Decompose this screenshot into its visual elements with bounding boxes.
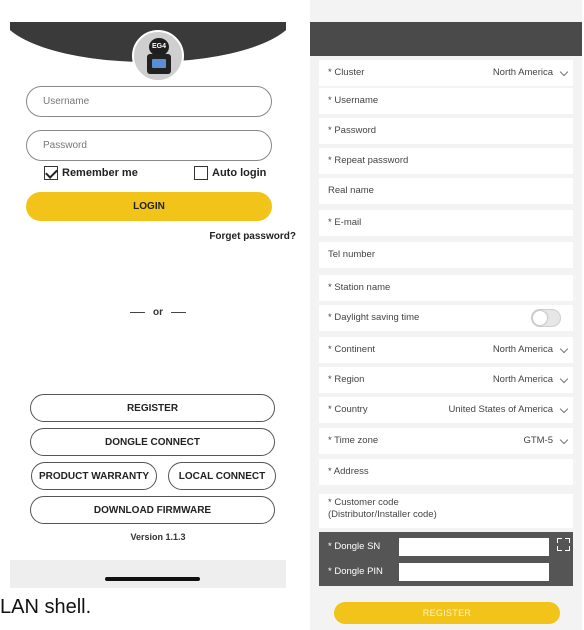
daylight-saving-toggle[interactable] (531, 309, 561, 327)
station-name-field[interactable]: * Station name (319, 275, 573, 301)
dongle-section: * Dongle SN * Dongle PIN (319, 532, 573, 586)
chevron-down-icon (559, 67, 569, 77)
chevron-down-icon (559, 374, 569, 384)
or-divider: or (128, 307, 188, 319)
tel-number-field[interactable]: Tel number (319, 242, 573, 268)
dongle-pin-label: * Dongle PIN (328, 566, 383, 577)
chevron-down-icon (559, 344, 569, 354)
register-submit-button[interactable]: REGISTER (334, 602, 560, 624)
username-input[interactable] (27, 87, 271, 116)
email-field[interactable]: * E-mail (319, 210, 573, 236)
bottom-bar (10, 560, 286, 588)
region-select[interactable]: * Region North America (319, 367, 573, 393)
cluster-select[interactable]: * Cluster North America (319, 60, 573, 86)
dongle-sn-input[interactable] (399, 538, 549, 556)
password-field[interactable]: * Password (319, 118, 573, 144)
username-field[interactable]: * Username (319, 88, 573, 114)
chevron-down-icon (559, 435, 569, 445)
register-screen: * Cluster North America * Username * Pas… (310, 0, 582, 630)
dongle-connect-button[interactable]: DONGLE CONNECT (30, 428, 275, 456)
app-logo: EG4 (132, 30, 184, 82)
forget-password-link[interactable]: Forget password? (170, 231, 296, 242)
version-label: Version 1.1.3 (130, 532, 186, 542)
password-field[interactable] (26, 130, 272, 161)
screen: EG4 Remember me Auto login LOGIN Forget … (0, 0, 584, 630)
dongle-pin-input[interactable] (399, 563, 549, 581)
repeat-password-field[interactable]: * Repeat password (319, 148, 573, 174)
customer-code-field[interactable]: * Customer code (Distributor/Installer c… (319, 494, 573, 528)
address-field[interactable]: * Address (319, 459, 573, 485)
auto-login-label[interactable]: Auto login (212, 166, 266, 180)
real-name-field[interactable]: Real name (319, 178, 573, 204)
caption-text: LAN shell. (0, 596, 92, 618)
register-header (310, 22, 582, 56)
continent-select[interactable]: * Continent North America (319, 337, 573, 363)
username-field[interactable] (26, 86, 272, 117)
home-indicator[interactable] (105, 577, 200, 581)
remember-me-label[interactable]: Remember me (62, 166, 138, 180)
auto-login-checkbox[interactable] (194, 166, 208, 180)
login-screen: EG4 Remember me Auto login LOGIN Forget … (10, 0, 296, 588)
remember-me-checkbox[interactable] (44, 166, 58, 180)
product-warranty-button[interactable]: PRODUCT WARRANTY (31, 462, 157, 490)
country-select[interactable]: * Country United States of America (319, 397, 573, 423)
chevron-down-icon (559, 404, 569, 414)
scan-icon[interactable] (557, 538, 570, 551)
local-connect-button[interactable]: LOCAL CONNECT (168, 462, 276, 490)
register-button[interactable]: REGISTER (30, 394, 275, 422)
time-zone-select[interactable]: * Time zone GTM-5 (319, 428, 573, 454)
inverter-icon: EG4 (147, 38, 171, 76)
login-button[interactable]: LOGIN (26, 192, 272, 221)
download-firmware-button[interactable]: DOWNLOAD FIRMWARE (30, 496, 275, 524)
dongle-sn-label: * Dongle SN (328, 541, 381, 552)
daylight-saving-row: * Daylight saving time (319, 305, 573, 331)
password-input[interactable] (27, 131, 271, 160)
login-options: Remember me Auto login (44, 166, 272, 182)
